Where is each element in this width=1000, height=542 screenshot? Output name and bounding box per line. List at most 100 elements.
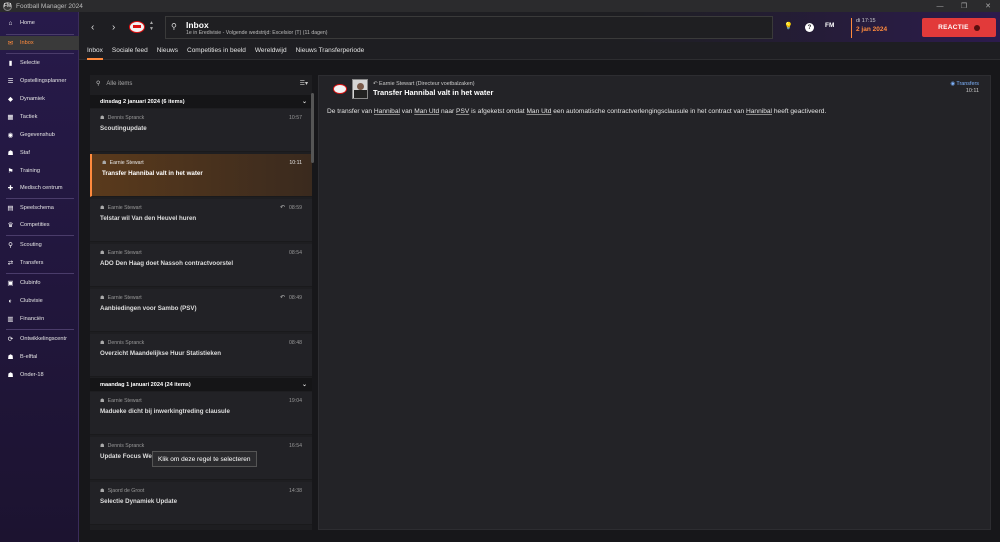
inbox-item[interactable]: ☗ Earnie Stewart 08:54 ADO Den Haag doet … (90, 244, 312, 287)
window-controls: — ❐ ✕ (928, 0, 1000, 12)
item-sender: Dennis Spranck (107, 443, 145, 449)
inbox-item[interactable]: ☗ Earnie Stewart 19:04 Madueke dicht bij … (90, 392, 312, 435)
body-text: een automatische contractverlengingsclau… (551, 108, 746, 115)
sidebar-item-label: Ontwikkelingscentr (20, 336, 67, 342)
sidebar-item-medisch-centrum[interactable]: ✚ Medisch centrum (0, 181, 79, 195)
sidebar-item-inbox[interactable]: ✉ Inbox (0, 36, 79, 50)
sidebar-item-onder-18[interactable]: ☗ Onder-18 (0, 368, 79, 382)
item-sender: Earnie Stewart (107, 295, 142, 301)
item-time: 10:57 (289, 115, 302, 121)
sidebar-item-financien[interactable]: ▥ Financiën (0, 312, 79, 326)
player-link[interactable]: Hannibal (746, 108, 772, 115)
sidebar-item-competities[interactable]: ♛ Competities (0, 218, 79, 232)
close-icon[interactable]: ✕ (976, 0, 1000, 12)
search-icon: ⚲ (96, 81, 101, 87)
tab-competities-in-beeld[interactable]: Competities in beeld (187, 42, 246, 60)
forward-arrow-icon[interactable]: › (112, 22, 115, 33)
chevron-down-icon[interactable]: ⌄ (302, 381, 307, 388)
item-sender: Earnie Stewart (107, 250, 142, 256)
sidebar-item-clubinfo[interactable]: ▣ Clubinfo (0, 276, 79, 290)
person-icon: ☗ (100, 488, 105, 494)
club-crest-icon[interactable] (129, 21, 145, 33)
sender-avatar[interactable] (352, 79, 368, 99)
sidebar-divider (6, 273, 74, 274)
sidebar-item-home[interactable]: ⌂ Home (0, 16, 79, 30)
sidebar-item-scouting[interactable]: ⚲ Scouting (0, 238, 79, 252)
training-icon: ⚑ (7, 168, 14, 175)
back-arrow-icon[interactable]: ‹ (91, 22, 94, 33)
item-time: 16:54 (289, 443, 302, 449)
sidebar-item-selectie[interactable]: ▮ Selectie (0, 56, 79, 70)
top-bar: ‹ › ▲ ▼ ⚲ Inbox 1e in Eredivisie - Volgen… (79, 12, 1000, 42)
inbox-item[interactable]: ☗ Sjaord de Groot 14:38 Selectie Dynamiek… (90, 482, 312, 525)
page-subtitle[interactable]: 1e in Eredivisie - Volgende wedstrijd: E… (186, 30, 327, 36)
message-category[interactable]: ◉ Transfers (950, 81, 979, 87)
tab-nieuws[interactable]: Nieuws (157, 42, 178, 60)
minimize-icon[interactable]: — (928, 0, 952, 12)
sidebar-item-label: Onder-18 (20, 372, 44, 378)
sidebar-item-label: Clubvisie (20, 298, 43, 304)
inbox-item-selected[interactable]: ☗ Earnie Stewart 10:11 Transfer Hannibal … (90, 154, 312, 197)
player-link[interactable]: Hannibal (374, 108, 400, 115)
message-time: 10:11 (965, 88, 979, 94)
date-display[interactable]: di 17:15 2 jan 2024 (851, 18, 887, 38)
club-link[interactable]: PSV (456, 108, 469, 115)
sort-menu-icon[interactable]: ☰▾ (300, 80, 308, 87)
inbox-item[interactable]: ☗ Earnie Stewart ↶ 08:49 Aanbiedingen voo… (90, 289, 312, 332)
club-link[interactable]: Man Utd (414, 108, 439, 115)
sidebar-item-dynamiek[interactable]: ◆ Dynamiek (0, 92, 79, 106)
transfers-icon: ⇄ (7, 260, 14, 267)
reply-icon: ↶ (279, 295, 285, 301)
item-time: 08:48 (289, 340, 302, 346)
item-sender: Earnie Stewart (107, 398, 142, 404)
help-icon[interactable]: ? (805, 23, 814, 32)
tactics-icon: ▦ (7, 114, 14, 121)
body-text: naar (439, 108, 457, 115)
planner-icon: ☰ (7, 78, 14, 85)
fm-logo-icon: FM (3, 1, 12, 11)
tab-wereldwijd[interactable]: Wereldwijd (255, 42, 287, 60)
date-group-header[interactable]: dinsdag 2 januari 2024 (6 items) ⌄ (90, 95, 312, 108)
message-sender[interactable]: ↶ Earnie Stewart (Directeur voetbalzaken… (373, 81, 475, 87)
dynamics-icon: ◆ (8, 96, 13, 103)
sidebar-item-ontwikkelingscentrum[interactable]: ⟳ Ontwikkelingscentr (0, 332, 79, 346)
inbox-filter[interactable]: ⚲ Alle items ☰▾ (90, 75, 312, 92)
date-group-header[interactable]: maandag 1 januari 2024 (24 items) ⌄ (90, 378, 312, 391)
sidebar-divider (6, 53, 74, 54)
tab-sociale-feed[interactable]: Sociale feed (112, 42, 148, 60)
item-sender: Dennis Spranck (107, 115, 145, 121)
sidebar-item-speelschema[interactable]: ▤ Speelschema (0, 201, 79, 215)
sidebar-item-label: Gegevenshub (20, 132, 55, 138)
maximize-icon[interactable]: ❐ (952, 0, 976, 12)
inbox-item[interactable]: ☗ Earnie Stewart ↶ 08:59 Telstar wil Van … (90, 199, 312, 242)
item-subject: Scoutingupdate (100, 125, 147, 132)
lightbulb-icon[interactable]: 💡 (784, 22, 793, 30)
sidebar-item-gegevenshub[interactable]: ◉ Gegevenshub (0, 128, 79, 142)
inbox-icon: ✉ (7, 40, 14, 47)
sidebar-item-b-elftal[interactable]: ☗ B-elftal (0, 350, 79, 364)
sidebar-item-clubvisie[interactable]: ◐ Clubvisie (0, 294, 79, 308)
inbox-item[interactable]: ☗ Dennis Spranck 08:48 Overzicht Maandeli… (90, 334, 312, 377)
tab-nieuws-transferperiode[interactable]: Nieuws Transferperiode (296, 42, 365, 60)
finances-icon: ▥ (7, 316, 14, 323)
sidebar-item-label: Scouting (20, 242, 42, 248)
club-switch-icon[interactable]: ▲ ▼ (149, 20, 154, 32)
sidebar-item-transfers[interactable]: ⇄ Transfers (0, 256, 79, 270)
sidebar-item-training[interactable]: ⚑ Training (0, 164, 79, 178)
sidebar-item-opstellingsplanner[interactable]: ☰ Opstellingsplanner (0, 74, 79, 88)
person-icon: ☗ (100, 250, 105, 256)
search-icon[interactable]: ⚲ (171, 22, 177, 31)
medical-icon: ✚ (7, 185, 14, 192)
inbox-item[interactable]: ☗ Dennis Spranck 10:57 Scoutingupdate (90, 109, 312, 152)
sub-tabs: Inbox Sociale feed Nieuws Competities in… (79, 42, 1000, 60)
chevron-down-icon[interactable]: ⌄ (302, 98, 307, 105)
sidebar-item-tactiek[interactable]: ▦ Tactiek (0, 110, 79, 124)
tab-inbox[interactable]: Inbox (87, 42, 103, 60)
sidebar-item-label: Selectie (20, 60, 40, 66)
scrollbar[interactable] (311, 93, 314, 163)
sidebar-item-staf[interactable]: ☗ Staf (0, 146, 79, 160)
club-link[interactable]: Man Utd (526, 108, 551, 115)
sidebar-item-label: Transfers (20, 260, 44, 266)
reactie-button[interactable]: REACTIE (922, 18, 996, 37)
fm-menu-icon[interactable]: FM (825, 22, 834, 29)
